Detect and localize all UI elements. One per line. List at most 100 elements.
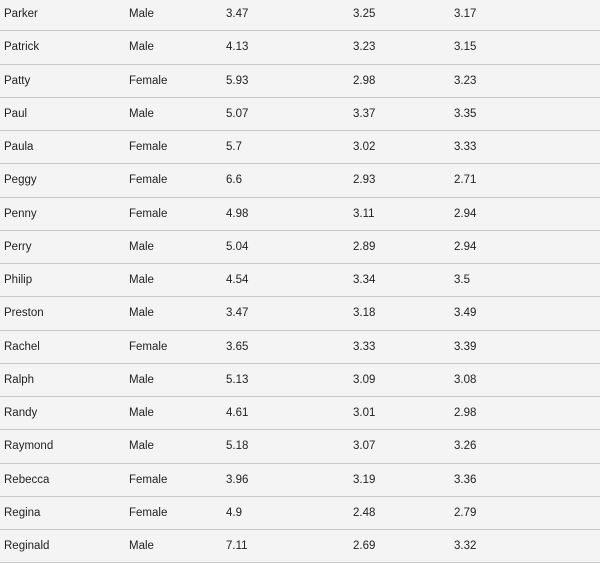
value-3-cell: 2.94 [454, 207, 477, 220]
value-2-cell: 2.93 [353, 174, 376, 187]
value-2-cell: 3.33 [353, 340, 376, 353]
gender-cell: Male [129, 540, 154, 552]
table-row: Paul Male 5.07 3.37 3.35 [0, 98, 600, 131]
value-1-cell: 4.54 [226, 274, 249, 286]
value-2-cell: 3.19 [353, 473, 376, 486]
gender-cell: Male [129, 240, 154, 253]
value-3-cell: 3.23 [454, 74, 477, 87]
value-1-cell: 7.11 [226, 540, 248, 552]
table-row: Paula Female 5.7 3.02 3.33 [0, 131, 600, 165]
table-row: Reginald Male 7.11 2.69 3.32 [0, 530, 600, 563]
gender-cell: Female [129, 74, 168, 87]
value-2-cell: 3.18 [353, 307, 376, 320]
gender-cell: Male [129, 274, 154, 286]
table-row: Rachel Female 3.65 3.33 3.39 [0, 331, 600, 364]
value-1-cell: 3.65 [226, 340, 249, 353]
name-cell: Randy [4, 407, 38, 419]
value-1-cell: 5.04 [226, 240, 249, 253]
name-cell: Rebecca [4, 473, 50, 486]
gender-cell: Male [129, 440, 154, 453]
value-1-cell: 4.13 [226, 41, 249, 54]
table-row: Philip Male 4.54 3.34 3.5 [0, 264, 600, 298]
value-2-cell: 2.48 [353, 506, 376, 519]
gender-cell: Female [129, 207, 168, 220]
name-cell: Patrick [4, 41, 40, 54]
table-row: Randy Male 4.61 3.01 2.98 [0, 397, 600, 431]
table-row: Patty Female 5.93 2.98 3.23 [0, 65, 600, 98]
value-2-cell: 3.09 [353, 373, 376, 386]
gender-cell: Male [129, 107, 154, 120]
value-1-cell: 3.47 [226, 307, 249, 320]
table-row: Raymond Male 5.18 3.07 3.26 [0, 430, 600, 464]
value-3-cell: 3.17 [454, 8, 477, 20]
gender-cell: Male [129, 41, 154, 54]
name-cell: Paul [4, 107, 28, 120]
table-row: Rebecca Female 3.96 3.19 3.36 [0, 464, 600, 497]
value-1-cell: 5.7 [226, 141, 242, 153]
value-3-cell: 3.49 [454, 307, 477, 320]
name-cell: Penny [4, 207, 37, 220]
value-1-cell: 3.47 [226, 8, 249, 20]
value-3-cell: 3.35 [454, 107, 477, 120]
value-3-cell: 3.36 [454, 473, 477, 486]
value-1-cell: 5.13 [226, 373, 249, 386]
name-cell: Raymond [4, 440, 54, 453]
gender-cell: Male [129, 373, 154, 386]
value-3-cell: 3.32 [454, 540, 477, 552]
value-3-cell: 3.33 [454, 141, 477, 153]
table-row: Perry Male 5.04 2.89 2.94 [0, 231, 600, 264]
value-1-cell: 4.9 [226, 506, 242, 519]
name-cell: Perry [4, 240, 32, 253]
value-2-cell: 3.07 [353, 440, 376, 453]
name-cell: Rachel [4, 340, 40, 353]
name-cell: Paula [4, 141, 34, 153]
value-3-cell: 2.79 [454, 506, 477, 519]
gender-cell: Female [129, 506, 168, 519]
value-1-cell: 5.93 [226, 74, 249, 87]
value-2-cell: 3.37 [353, 107, 376, 120]
gender-cell: Female [129, 141, 168, 153]
gender-cell: Male [129, 407, 154, 419]
table-row: Peggy Female 6.6 2.93 2.71 [0, 164, 600, 198]
gender-cell: Male [129, 307, 154, 320]
value-3-cell: 3.15 [454, 41, 477, 54]
gender-cell: Female [129, 340, 168, 353]
data-table: Parker Male 3.47 3.25 3.17 Patrick Male 4.13 3.2… [0, 0, 600, 563]
value-2-cell: 3.25 [353, 8, 376, 20]
value-2-cell: 3.02 [353, 141, 376, 153]
gender-cell: Female [129, 174, 168, 187]
name-cell: Philip [4, 274, 33, 286]
name-cell: Ralph [4, 373, 35, 386]
value-2-cell: 3.34 [353, 274, 376, 286]
name-cell: Reginald [4, 540, 50, 552]
table-row: Ralph Male 5.13 3.09 3.08 [0, 364, 600, 397]
value-3-cell: 2.94 [454, 240, 477, 253]
table-row: Parker Male 3.47 3.25 3.17 [0, 0, 600, 32]
table-row: Preston Male 3.47 3.18 3.49 [0, 297, 600, 331]
gender-cell: Male [129, 8, 154, 20]
value-2-cell: 2.69 [353, 540, 376, 552]
value-2-cell: 2.89 [353, 240, 376, 253]
name-cell: Peggy [4, 174, 37, 187]
name-cell: Patty [4, 74, 31, 87]
value-3-cell: 3.5 [454, 274, 470, 286]
value-3-cell: 3.08 [454, 373, 477, 386]
value-1-cell: 5.07 [226, 107, 249, 120]
value-3-cell: 2.98 [454, 407, 477, 419]
value-2-cell: 3.11 [353, 207, 375, 220]
value-3-cell: 3.39 [454, 340, 477, 353]
value-2-cell: 2.98 [353, 74, 376, 87]
name-cell: Parker [4, 8, 38, 20]
value-2-cell: 3.23 [353, 41, 376, 54]
table-row: Penny Female 4.98 3.11 2.94 [0, 198, 600, 231]
gender-cell: Female [129, 473, 168, 486]
table-row: Patrick Male 4.13 3.23 3.15 [0, 31, 600, 65]
name-cell: Preston [4, 307, 44, 320]
value-2-cell: 3.01 [353, 407, 376, 419]
value-1-cell: 3.96 [226, 473, 249, 486]
name-cell: Regina [4, 506, 41, 519]
value-1-cell: 5.18 [226, 440, 249, 453]
value-3-cell: 2.71 [454, 174, 477, 187]
value-1-cell: 4.61 [226, 407, 249, 419]
value-1-cell: 4.98 [226, 207, 249, 220]
